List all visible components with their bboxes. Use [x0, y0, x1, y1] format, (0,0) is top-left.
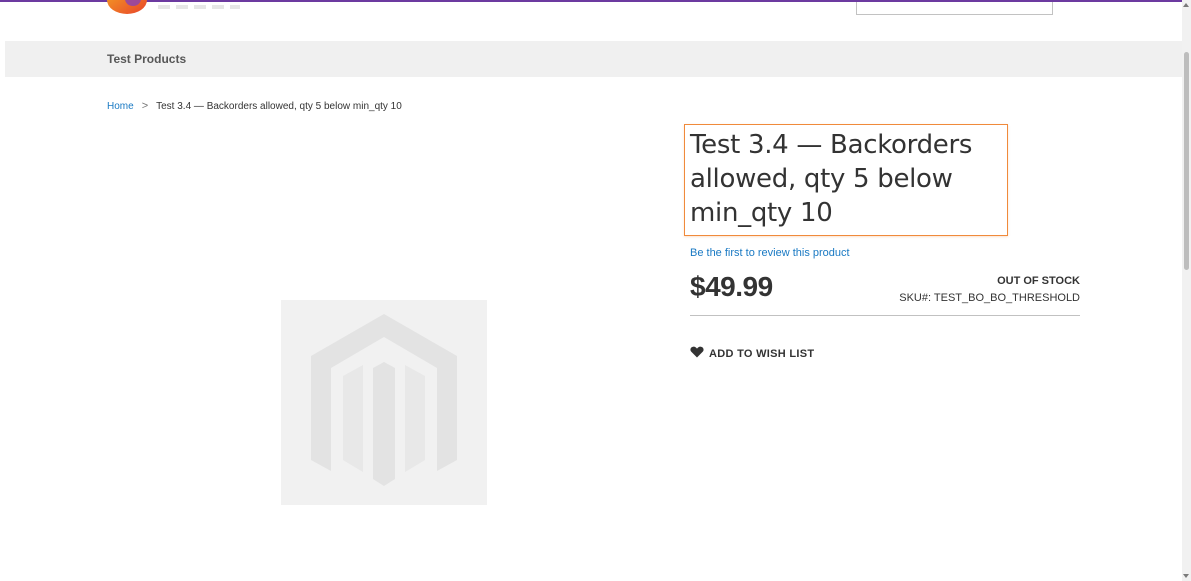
page-title: Test 3.4 — Backorders allowed, qty 5 bel…	[690, 130, 973, 228]
vertical-scrollbar[interactable]	[1182, 0, 1191, 581]
category-nav: Test Products	[5, 41, 1182, 77]
brand-logo[interactable]	[106, 0, 148, 16]
add-to-wishlist-button[interactable]: Add to Wish List	[690, 345, 814, 363]
brand-wordmark	[158, 2, 242, 12]
stock-status: OUT OF STOCK	[997, 275, 1080, 287]
product-sku: SKU#: TEST_BO_BO_THRESHOLD	[899, 292, 1080, 304]
product-price: $49.99	[690, 271, 773, 302]
review-link[interactable]: Be the first to review this product	[690, 247, 850, 259]
sku-value: TEST_BO_BO_THRESHOLD	[933, 292, 1080, 304]
heart-icon	[690, 345, 704, 363]
wishlist-label: Add to Wish List	[709, 348, 815, 360]
scroll-up-arrow-icon[interactable]	[1183, 3, 1189, 7]
scroll-down-arrow-icon[interactable]	[1183, 574, 1189, 578]
magento-placeholder-icon	[311, 314, 457, 486]
sku-label: SKU#:	[899, 292, 932, 304]
search-input[interactable]	[856, 2, 1053, 15]
product-page: Test Products Home > Test 3.4 — Backorders…	[0, 0, 1191, 581]
breadcrumb-home-link[interactable]: Home	[107, 101, 134, 112]
site-header	[0, 0, 1182, 40]
nav-item-test-products[interactable]: Test Products	[107, 52, 186, 66]
divider	[690, 315, 1080, 316]
breadcrumb-current: Test 3.4 — Backorders allowed, qty 5 bel…	[156, 101, 402, 112]
scrollbar-thumb[interactable]	[1184, 52, 1189, 270]
breadcrumb: Home > Test 3.4 — Backorders allowed, qty …	[107, 100, 402, 112]
breadcrumb-separator: >	[141, 100, 149, 112]
product-image[interactable]	[281, 300, 487, 505]
